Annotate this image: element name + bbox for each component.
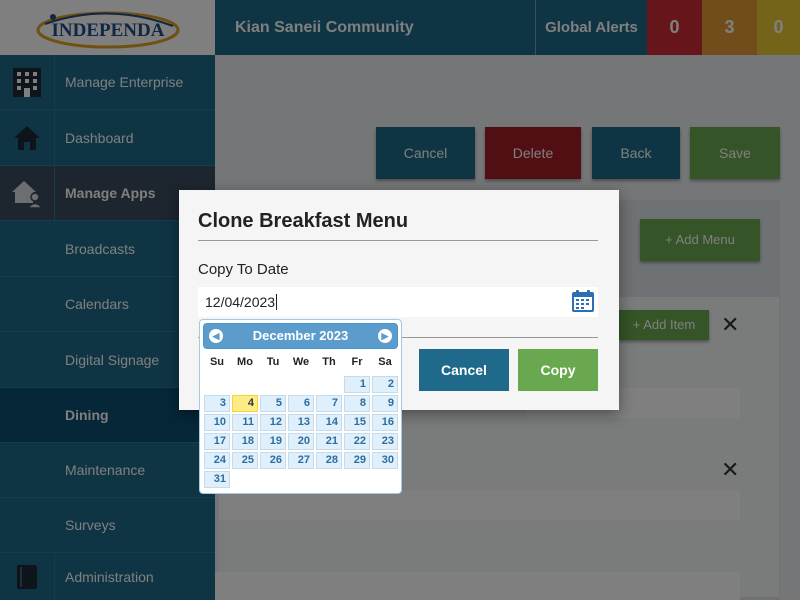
calendar-day[interactable]: 3 <box>204 395 230 412</box>
calendar-day[interactable]: 20 <box>288 433 314 450</box>
calendar-day[interactable]: 16 <box>372 414 398 431</box>
date-input[interactable]: 12/04/2023​ <box>198 287 598 317</box>
copy-button[interactable]: Copy <box>518 349 598 391</box>
calendar-day[interactable]: 14 <box>316 414 342 431</box>
weekday-header: Fr <box>351 356 363 368</box>
copy-to-date-label: Copy To Date <box>198 261 289 278</box>
calendar-day[interactable]: 25 <box>232 452 258 469</box>
datepicker: ◀ December 2023 ▶ Su Mo Tu We Th Fr Sa 1 2 3 4 5 6 7 8… <box>199 319 402 494</box>
weekday-header: Su <box>209 356 225 368</box>
calendar-icon[interactable] <box>571 289 595 313</box>
calendar-day[interactable]: 23 <box>372 433 398 450</box>
datepicker-month-year: December 2023 <box>252 328 349 343</box>
calendar-day[interactable]: 22 <box>344 433 370 450</box>
calendar-day[interactable]: 10 <box>204 414 230 431</box>
calendar-day[interactable]: 4 <box>232 395 258 412</box>
weekday-header: Sa <box>378 356 392 368</box>
calendar-day[interactable]: 30 <box>372 452 398 469</box>
divider <box>198 240 598 241</box>
weekday-header: Mo <box>237 356 253 368</box>
next-month-icon[interactable]: ▶ <box>378 329 392 343</box>
dialog-title: Clone Breakfast Menu <box>198 210 409 232</box>
weekday-header: Th <box>322 356 336 368</box>
calendar-day[interactable]: 19 <box>260 433 286 450</box>
date-input-value: 12/04/2023 <box>205 294 276 310</box>
calendar-day[interactable]: 26 <box>260 452 286 469</box>
calendar-day[interactable]: 13 <box>288 414 314 431</box>
calendar-day[interactable]: 6 <box>288 395 314 412</box>
calendar-day[interactable]: 28 <box>316 452 342 469</box>
calendar-day[interactable]: 15 <box>344 414 370 431</box>
calendar-day[interactable]: 12 <box>260 414 286 431</box>
weekday-header: Tu <box>266 356 280 368</box>
calendar-day[interactable]: 29 <box>344 452 370 469</box>
calendar-day[interactable]: 31 <box>204 471 230 488</box>
calendar-day[interactable]: 5 <box>260 395 286 412</box>
dialog-cancel-button[interactable]: Cancel <box>419 349 509 391</box>
calendar-day[interactable]: 27 <box>288 452 314 469</box>
calendar-day[interactable]: 1 <box>344 376 370 393</box>
calendar-day[interactable]: 21 <box>316 433 342 450</box>
calendar-day[interactable]: 9 <box>372 395 398 412</box>
prev-month-icon[interactable]: ◀ <box>209 329 223 343</box>
calendar-day[interactable]: 18 <box>232 433 258 450</box>
calendar-day[interactable]: 17 <box>204 433 230 450</box>
text-cursor: ​ <box>276 294 278 310</box>
calendar-day[interactable]: 11 <box>232 414 258 431</box>
calendar-day[interactable]: 8 <box>344 395 370 412</box>
calendar-day[interactable]: 7 <box>316 395 342 412</box>
calendar-day[interactable]: 24 <box>204 452 230 469</box>
weekday-header: We <box>292 356 310 368</box>
calendar-day[interactable]: 2 <box>372 376 398 393</box>
datepicker-header: ◀ December 2023 ▶ <box>203 323 398 349</box>
